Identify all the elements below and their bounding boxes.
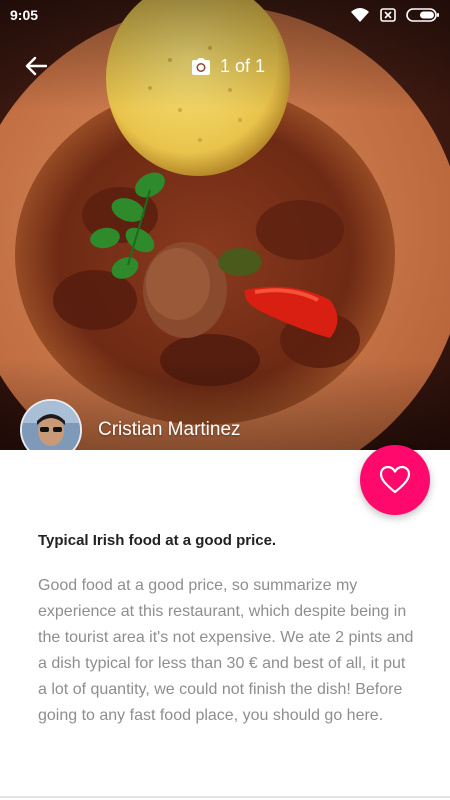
status-time: 9:05 <box>10 7 39 23</box>
status-bar: 9:05 <box>0 0 450 30</box>
author-name[interactable]: Cristian Martinez <box>98 419 241 441</box>
review-body: Good food at a good price, so summarize … <box>38 577 414 724</box>
heart-outline-icon <box>379 465 411 494</box>
author-info[interactable]: Cristian Martinez <box>20 399 241 450</box>
bottom-divider <box>0 796 450 798</box>
status-icons <box>350 7 440 23</box>
review-content: Typical Irish food at a good price. Good… <box>38 532 418 729</box>
avatar[interactable] <box>20 399 82 450</box>
arrow-left-icon <box>25 56 47 76</box>
favorite-button[interactable] <box>360 445 430 515</box>
photo-counter: 1 of 1 <box>190 52 265 80</box>
battery-icon <box>406 8 439 22</box>
camera-icon <box>192 57 210 75</box>
review-title: Typical Irish food at a good price. <box>38 532 277 549</box>
back-button[interactable] <box>20 50 52 82</box>
photo-header: 9:05 1 of 1 Cristian Martinez <box>0 0 450 450</box>
photo-counter-text: 1 of 1 <box>220 55 266 76</box>
no-sim-icon <box>380 8 396 22</box>
avatar-image <box>22 401 80 450</box>
wifi-icon <box>351 8 369 22</box>
